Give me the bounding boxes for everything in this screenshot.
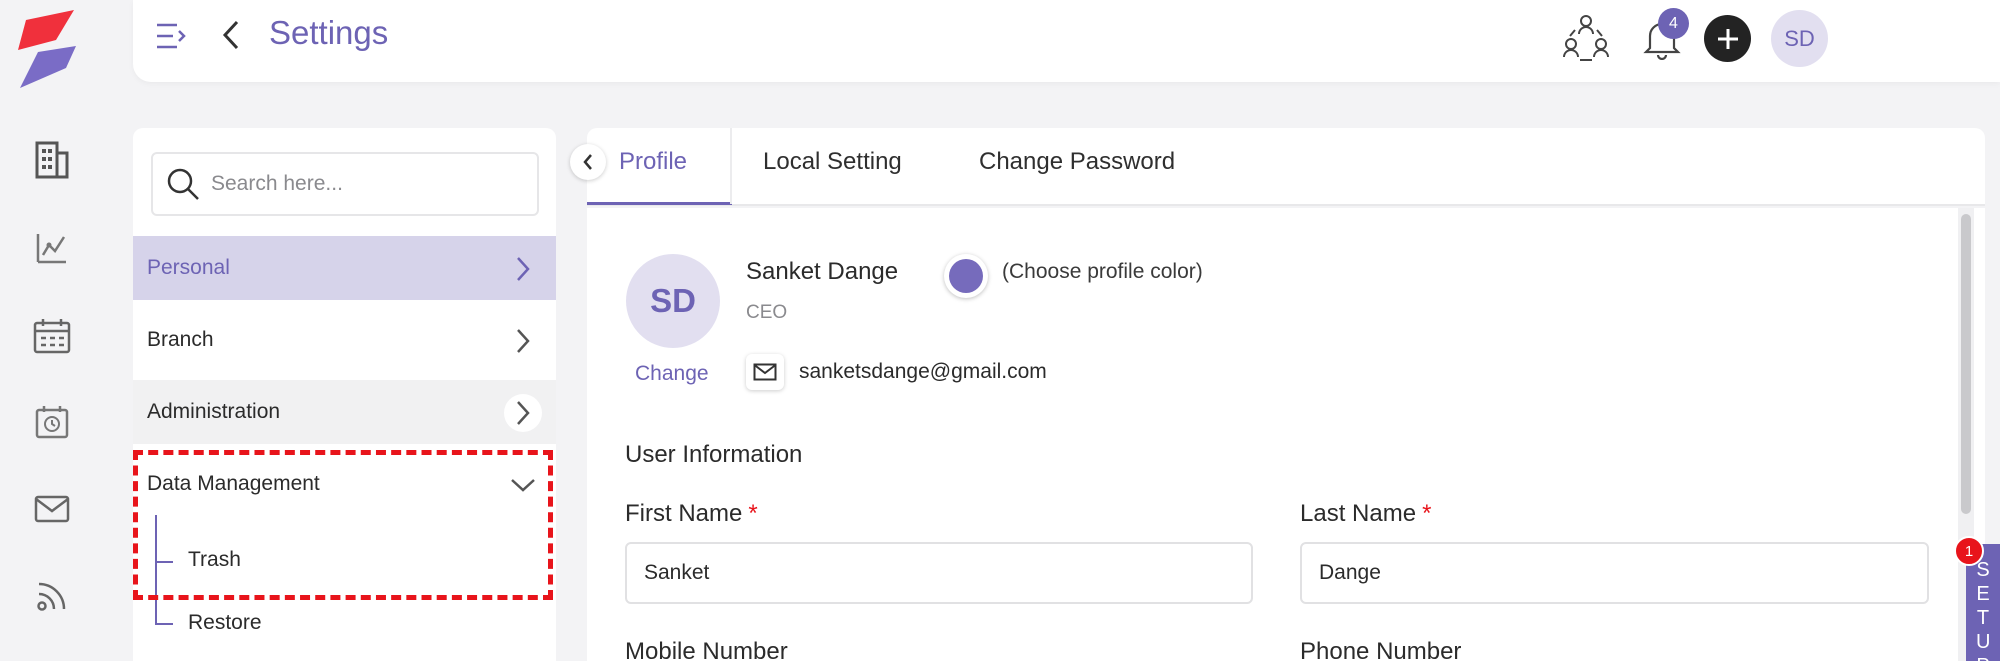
tree-connector: [155, 623, 173, 625]
sidebar-item-administration[interactable]: Administration: [133, 380, 556, 444]
analytics-icon[interactable]: [32, 228, 72, 268]
tab-change-password[interactable]: Change Password: [979, 148, 1175, 176]
sidebar-item-label: Administration: [147, 400, 281, 423]
calendar-icon[interactable]: [32, 316, 72, 356]
left-rail: [0, 0, 104, 661]
sidebar-item-branch[interactable]: Branch: [133, 308, 556, 372]
menu-toggle-icon[interactable]: [155, 20, 187, 52]
phone-number-label: Phone Number: [1300, 638, 1462, 661]
last-name-label: Last Name *: [1300, 500, 1431, 528]
first-name-input[interactable]: [625, 542, 1253, 604]
profile-avatar: SD: [626, 254, 720, 348]
tree-connector: [155, 515, 157, 625]
user-avatar[interactable]: SD: [1771, 10, 1828, 67]
sidebar-item-label: Personal: [147, 256, 230, 279]
first-name-label-text: First Name: [625, 500, 743, 527]
setup-badge: 1: [1954, 536, 1984, 566]
add-button[interactable]: [1704, 15, 1751, 62]
chevron-right-icon: [504, 394, 542, 432]
tab-profile[interactable]: Profile: [619, 148, 687, 176]
tree-connector: [155, 561, 173, 563]
required-mark: *: [1422, 500, 1432, 527]
search-box: [151, 152, 539, 216]
collapse-sidebar-button[interactable]: [570, 144, 606, 180]
setup-label: SETUP: [1976, 559, 1991, 661]
email-icon-box: [746, 354, 784, 390]
sidebar-subitem-restore[interactable]: Restore: [188, 611, 262, 635]
sidebar-item-label: Branch: [147, 328, 214, 351]
mail-icon: [753, 363, 777, 381]
sidebar-item-label: Data Management: [147, 472, 320, 495]
chevron-left-icon: [583, 154, 592, 170]
profile-name: Sanket Dange: [746, 258, 899, 285]
sidebar-subitem-trash[interactable]: Trash: [188, 548, 241, 572]
active-tab-indicator: [587, 202, 732, 205]
building-icon[interactable]: [32, 140, 72, 180]
required-mark: *: [748, 500, 758, 527]
plus-icon: [1717, 28, 1738, 49]
tab-local-setting[interactable]: Local Setting: [763, 148, 902, 176]
first-name-label: First Name *: [625, 500, 758, 528]
chevron-right-icon: [504, 322, 542, 360]
settings-sidebar: Personal Branch Administration Data Mana…: [133, 128, 556, 661]
sidebar-item-personal[interactable]: Personal: [133, 236, 556, 300]
chevron-right-icon: [504, 250, 542, 288]
change-avatar-link[interactable]: Change: [635, 362, 709, 386]
mobile-number-label: Mobile Number: [625, 638, 788, 661]
back-chevron-icon[interactable]: [217, 18, 245, 52]
search-input[interactable]: [211, 172, 511, 196]
app-logo-icon[interactable]: [16, 10, 78, 88]
scrollbar-thumb[interactable]: [1961, 214, 1971, 514]
profile-color-label: (Choose profile color): [1002, 260, 1203, 283]
clock-calendar-icon[interactable]: [32, 402, 72, 442]
user-information-heading: User Information: [625, 441, 803, 468]
last-name-input[interactable]: [1300, 542, 1929, 604]
feed-icon[interactable]: [32, 576, 72, 616]
chevron-down-icon: [504, 466, 542, 504]
last-name-label-text: Last Name: [1300, 500, 1417, 527]
profile-role: CEO: [746, 302, 788, 323]
notification-count-badge: 4: [1658, 8, 1689, 39]
profile-email: sanketsdange@gmail.com: [799, 360, 1047, 383]
settings-tabs: Profile Local Setting Change Password: [587, 128, 1985, 206]
sidebar-item-data-management[interactable]: Data Management: [133, 452, 556, 516]
tab-divider: [730, 128, 732, 204]
page-title: Settings: [269, 14, 389, 51]
profile-color-picker[interactable]: [944, 254, 988, 298]
profile-color-swatch: [949, 259, 983, 293]
mail-icon[interactable]: [32, 489, 72, 529]
team-icon[interactable]: [1560, 12, 1612, 64]
search-icon: [167, 168, 199, 200]
